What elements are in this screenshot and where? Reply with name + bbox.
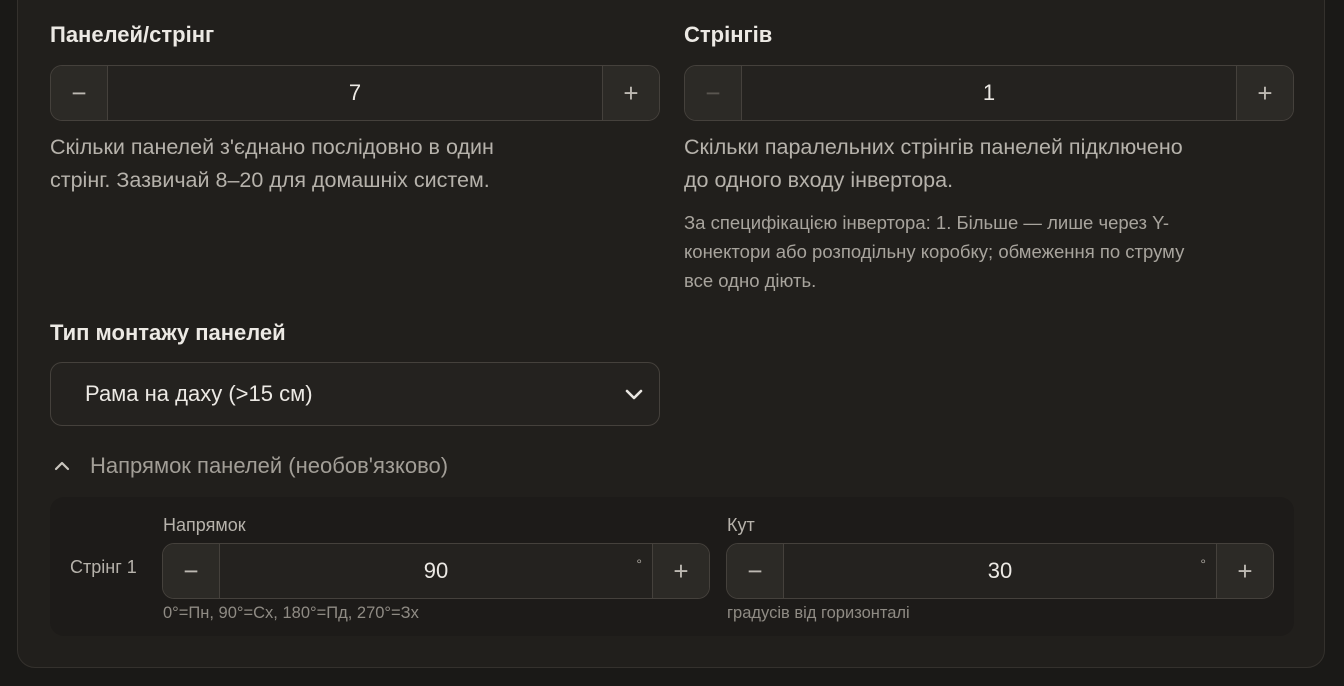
angle-value: 30 — [987, 558, 1013, 583]
angle-value-field[interactable]: 30 ° — [784, 544, 1216, 598]
panels-per-string-help-line-2: стрінг. Зазвичай 8–20 для домашніх систе… — [50, 168, 490, 192]
strings-note-line-3: все одно діють. — [684, 270, 817, 291]
strings-label: Стрінгів — [684, 22, 773, 47]
panels-per-string-decrement-button[interactable]: − — [51, 66, 108, 120]
direction-stepper[interactable]: − 90 ° + — [162, 543, 710, 599]
orientation-section-title: Напрямок панелей (необов'язково) — [90, 453, 449, 478]
direction-value-field[interactable]: 90 ° — [220, 544, 652, 598]
strings-help: Скільки паралельних стрінгів панелей під… — [684, 131, 1304, 197]
strings-note-line-1: За специфікацією інвертора: 1. Більше — … — [684, 212, 1169, 233]
string-row-label: Стрінг 1 — [70, 557, 137, 577]
direction-unit: ° — [636, 556, 642, 572]
strings-help-line-2: до одного входу інвертора. — [684, 168, 954, 192]
angle-stepper[interactable]: − 30 ° + — [726, 543, 1274, 599]
panels-per-string-help-line-1: Скільки панелей з'єднано послідовно в од… — [50, 135, 494, 159]
strings-value[interactable]: 1 — [742, 66, 1236, 120]
strings-help-line-1: Скільки паралельних стрінгів панелей під… — [684, 135, 1183, 159]
mounting-type-label: Тип монтажу панелей — [50, 320, 286, 345]
strings-stepper[interactable]: − 1 + — [684, 65, 1294, 121]
chevron-down-icon — [625, 389, 643, 400]
panels-per-string-value[interactable]: 7 — [108, 66, 602, 120]
strings-note-line-2: конектори або розподільну коробку; обмеж… — [684, 241, 1185, 262]
direction-increment-button[interactable]: + — [652, 544, 709, 598]
panels-per-string-stepper[interactable]: − 7 + — [50, 65, 660, 121]
panels-per-string-increment-button[interactable]: + — [602, 66, 659, 120]
mounting-type-selected-value: Рама на даху (>15 см) — [85, 381, 313, 406]
angle-label: Кут — [727, 515, 755, 535]
strings-decrement-button[interactable]: − — [685, 66, 742, 120]
direction-label: Напрямок — [163, 515, 246, 535]
strings-inverter-note: За специфікацією інвертора: 1. Більше — … — [684, 208, 1304, 295]
panels-per-string-help: Скільки панелей з'єднано послідовно в од… — [50, 131, 650, 197]
strings-increment-button[interactable]: + — [1236, 66, 1293, 120]
angle-hint: градусів від горизонталі — [727, 604, 910, 622]
direction-hint: 0°=Пн, 90°=Сх, 180°=Пд, 270°=Зх — [163, 604, 419, 622]
direction-value: 90 — [423, 558, 449, 583]
angle-increment-button[interactable]: + — [1216, 544, 1273, 598]
mounting-type-select[interactable]: Рама на даху (>15 см) — [50, 362, 660, 426]
direction-decrement-button[interactable]: − — [163, 544, 220, 598]
angle-decrement-button[interactable]: − — [727, 544, 784, 598]
chevron-up-icon — [54, 461, 70, 471]
angle-unit: ° — [1200, 556, 1206, 572]
panels-per-string-label: Панелей/стрінг — [50, 22, 215, 47]
orientation-section-toggle[interactable]: Напрямок панелей (необов'язково) — [50, 448, 448, 484]
